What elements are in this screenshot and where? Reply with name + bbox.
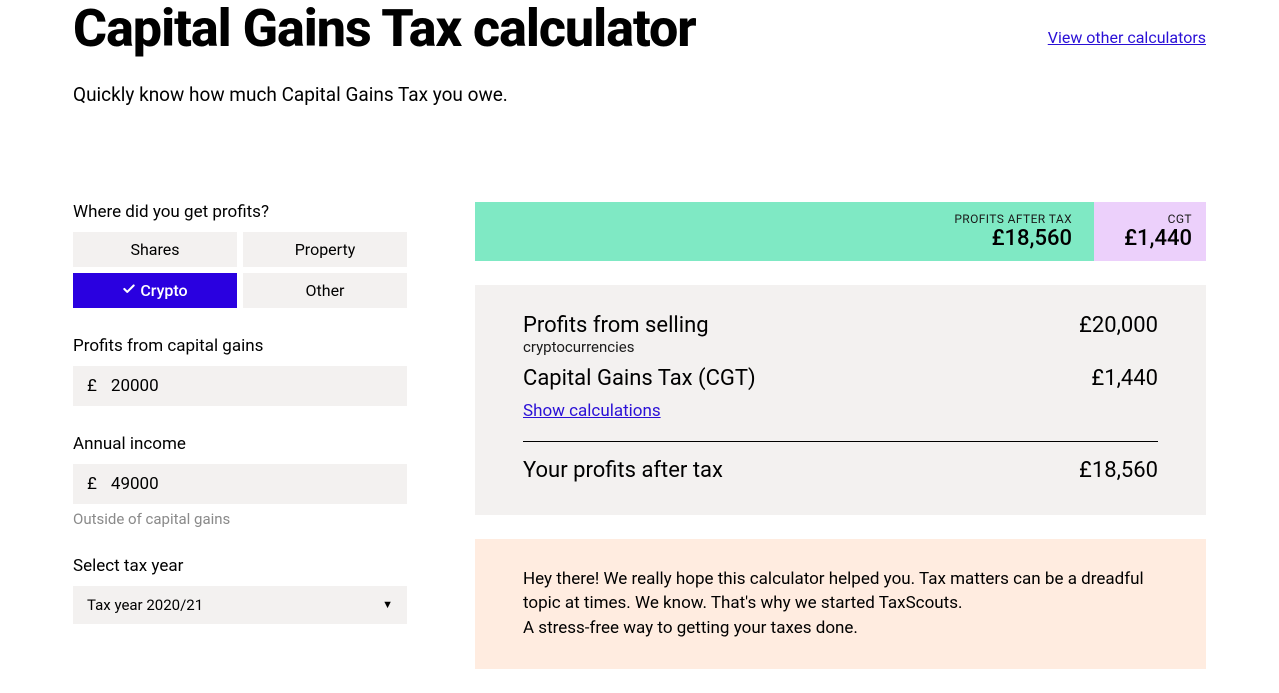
result-cgt-value: £1,440 (1091, 366, 1158, 391)
summary-profits-label: PROFITS AFTER TAX (954, 212, 1072, 226)
result-cgt-label: Capital Gains Tax (CGT) (523, 366, 756, 391)
show-calculations-link[interactable]: Show calculations (523, 401, 661, 421)
result-profits-sublabel: cryptocurrencies (523, 338, 709, 356)
currency-prefix: £ (73, 474, 111, 494)
option-other[interactable]: Other (243, 273, 407, 308)
option-shares[interactable]: Shares (73, 232, 237, 267)
option-property[interactable]: Property (243, 232, 407, 267)
result-profits-value: £20,000 (1079, 313, 1158, 338)
currency-prefix: £ (73, 376, 111, 396)
income-input-wrap: £ (73, 464, 407, 504)
result-profits-label: Profits from selling (523, 313, 709, 338)
page-title: Capital Gains Tax calculator (73, 2, 696, 57)
promo-line-1: Hey there! We really hope this calculato… (523, 567, 1158, 616)
result-after-tax-label: Your profits after tax (523, 458, 723, 483)
tax-year-select-wrap[interactable]: Tax year 2020/21 ▼ (73, 586, 407, 624)
result-box: Profits from selling cryptocurrencies £2… (475, 285, 1206, 515)
summary-cgt-value: £1,440 (1124, 226, 1192, 251)
summary-profits-after-tax: PROFITS AFTER TAX £18,560 (475, 202, 1094, 261)
profits-input-wrap: £ (73, 366, 407, 406)
income-label: Annual income (73, 434, 407, 454)
profits-source-label: Where did you get profits? (73, 202, 407, 222)
promo-line-2: A stress-free way to getting your taxes … (523, 616, 1158, 641)
income-helper-text: Outside of capital gains (73, 510, 407, 528)
summary-cgt-label: CGT (1168, 212, 1192, 226)
summary-cgt: CGT £1,440 (1094, 202, 1206, 261)
tax-year-select[interactable]: Tax year 2020/21 (87, 596, 393, 614)
option-crypto-label: Crypto (140, 281, 187, 300)
option-crypto[interactable]: Crypto (73, 273, 237, 308)
summary-bar: PROFITS AFTER TAX £18,560 CGT £1,440 (475, 202, 1206, 261)
view-other-calculators-link[interactable]: View other calculators (1048, 28, 1206, 47)
summary-profits-value: £18,560 (992, 226, 1072, 251)
tax-year-label: Select tax year (73, 556, 407, 576)
profits-source-toggle: Shares Property Crypto Other (73, 232, 407, 308)
income-input[interactable] (111, 474, 407, 494)
divider (523, 441, 1158, 442)
profits-amount-label: Profits from capital gains (73, 336, 407, 356)
form-panel: Where did you get profits? Shares Proper… (73, 202, 407, 652)
check-icon (122, 281, 136, 300)
profits-input[interactable] (111, 376, 407, 396)
result-after-tax-value: £18,560 (1079, 458, 1158, 483)
page-subtitle: Quickly know how much Capital Gains Tax … (73, 83, 1206, 106)
promo-box: Hey there! We really hope this calculato… (475, 539, 1206, 669)
results-panel: PROFITS AFTER TAX £18,560 CGT £1,440 Pro… (475, 202, 1206, 669)
